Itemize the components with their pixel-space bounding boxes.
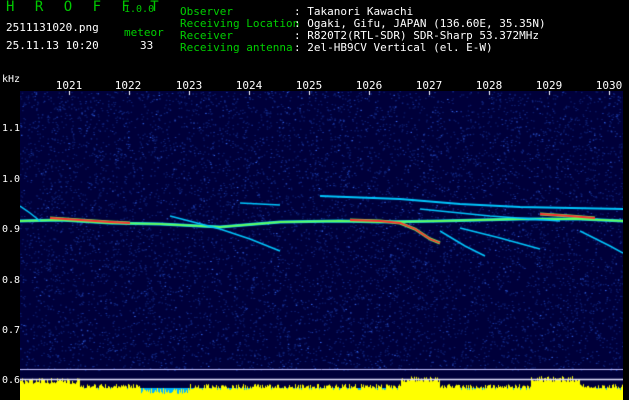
y-tick-label: 1.0 — [2, 174, 21, 185]
y-axis-unit: kHz — [2, 74, 21, 85]
antenna-label: Receiving antenna — [180, 41, 293, 54]
capture-datetime: 25.11.13 10:20 — [6, 39, 99, 52]
y-tick-label: 0.6 — [2, 375, 21, 386]
y-tick-label: 1.1 — [2, 123, 21, 134]
capture-filename: 2511131020.png — [6, 21, 99, 34]
app-version: 1.0.0 — [124, 4, 155, 15]
antenna-value: : 2el-HB9CV Vertical (el. E-W) — [294, 41, 493, 54]
spectrogram — [20, 91, 623, 400]
meteor-label: meteor — [124, 26, 164, 39]
y-tick-label: 0.7 — [2, 325, 21, 336]
y-tick-label: 0.8 — [2, 275, 21, 286]
y-tick-label: 0.9 — [2, 224, 21, 235]
meteor-count: 33 — [140, 39, 154, 52]
